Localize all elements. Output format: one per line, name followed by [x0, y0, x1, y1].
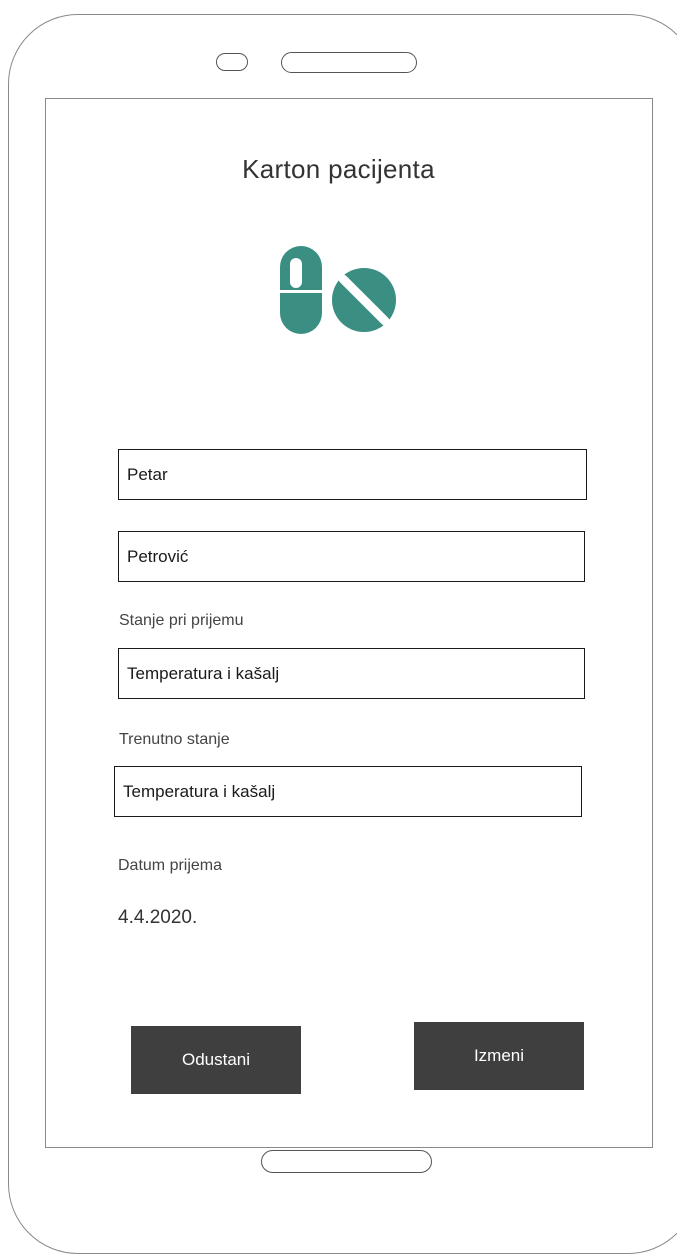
admission-date-label: Datum prijema [118, 857, 223, 874]
first-name-field[interactable] [118, 449, 587, 500]
home-button[interactable] [261, 1150, 432, 1173]
admission-condition-label: Stanje pri prijemu [119, 612, 244, 629]
last-name-field[interactable] [118, 531, 585, 582]
admission-date-value: 4.4.2020. [118, 907, 198, 928]
current-condition-label: Trenutno stanje [119, 731, 230, 748]
pills-icon [280, 246, 396, 334]
cancel-button[interactable]: Odustani [131, 1026, 301, 1094]
page-title: Karton pacijenta [242, 154, 435, 184]
admission-condition-field[interactable] [118, 648, 585, 699]
camera-icon [216, 53, 248, 71]
current-condition-field[interactable] [114, 766, 582, 817]
edit-button[interactable]: Izmeni [414, 1022, 584, 1090]
speaker-grille [281, 52, 417, 73]
